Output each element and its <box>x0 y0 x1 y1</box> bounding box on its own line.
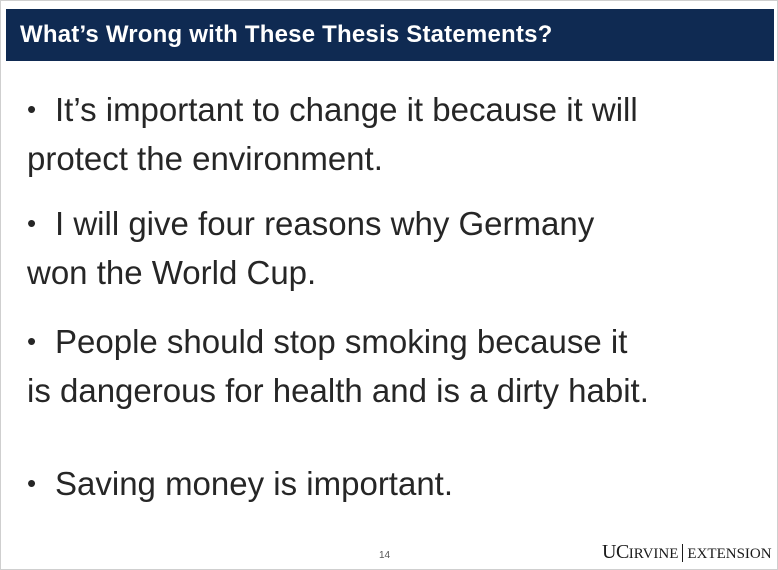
bullet-item: • I will give four reasons why Germany wo… <box>27 199 594 297</box>
bullet-dot-icon: • <box>27 208 37 238</box>
logo-uc: UC <box>602 541 629 563</box>
bullet-line: • I will give four reasons why Germany <box>27 199 594 248</box>
bullet-item: • People should stop smoking because it i… <box>27 317 649 415</box>
bullet-dot-icon: • <box>27 326 37 356</box>
page-number: 14 <box>379 550 391 561</box>
bullet-item: • It’s important to change it because it … <box>27 85 638 183</box>
logo-irvine: IRVINE <box>628 546 679 562</box>
bullet-line: • People should stop smoking because it <box>27 317 649 366</box>
bullet-dot-icon: • <box>27 468 37 498</box>
logo-extension: EXTENSION <box>687 546 772 562</box>
bullet-line: is dangerous for health and is a dirty h… <box>27 372 649 409</box>
logo-divider <box>682 543 684 562</box>
bullet-line: won the World Cup. <box>27 254 317 291</box>
slide-title: What’s Wrong with These Thesis Statement… <box>20 21 553 48</box>
bullet-line: protect the environment. <box>27 140 383 177</box>
bullet-text: Saving money is important. <box>55 465 454 502</box>
bullet-text: It’s important to change it because it w… <box>55 91 638 128</box>
bullet-line: • Saving money is important. <box>27 459 453 508</box>
bullet-text: I will give four reasons why Germany <box>55 205 595 242</box>
uci-extension-logo: UC IRVINE EXTENSION <box>602 541 772 564</box>
slide: What’s Wrong with These Thesis Statement… <box>0 0 778 570</box>
bullet-text: People should stop smoking because it <box>55 323 628 360</box>
bullet-dot-icon: • <box>27 94 37 124</box>
title-bar: What’s Wrong with These Thesis Statement… <box>6 9 774 61</box>
bullet-item: • Saving money is important. <box>27 459 453 508</box>
bullet-line: • It’s important to change it because it … <box>27 85 638 134</box>
